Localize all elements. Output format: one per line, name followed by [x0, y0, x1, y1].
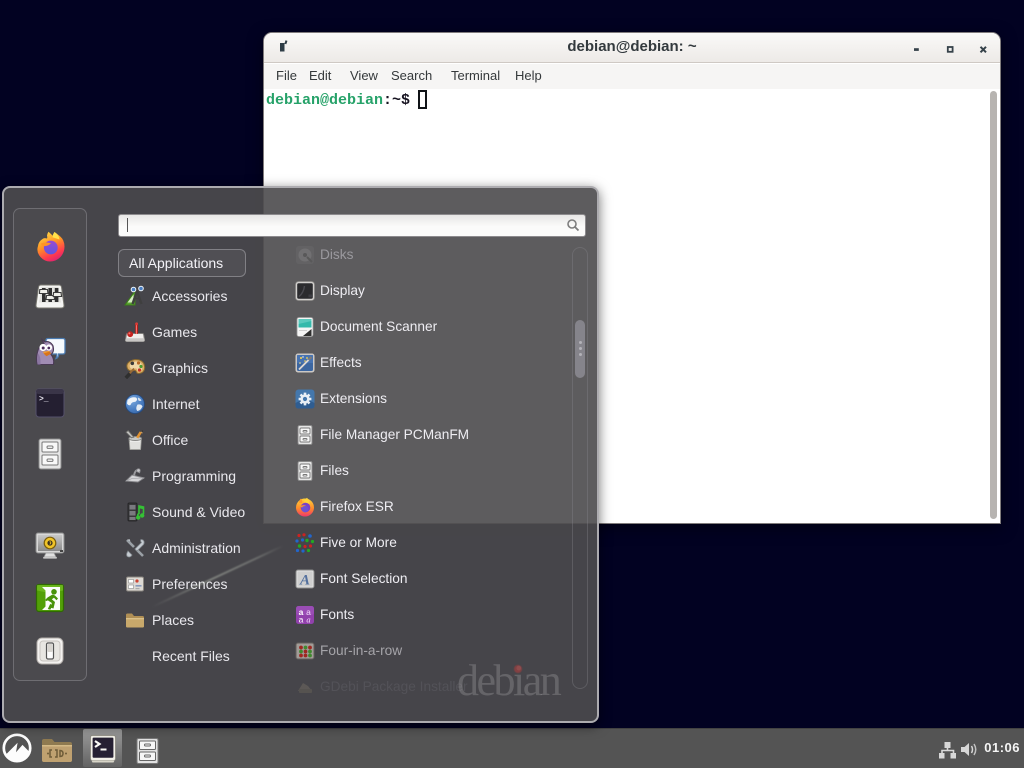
svg-text:>_: >_: [39, 395, 49, 404]
svg-text:A: A: [299, 573, 310, 589]
svg-text:a: a: [306, 615, 310, 625]
svg-text:a: a: [299, 615, 304, 625]
